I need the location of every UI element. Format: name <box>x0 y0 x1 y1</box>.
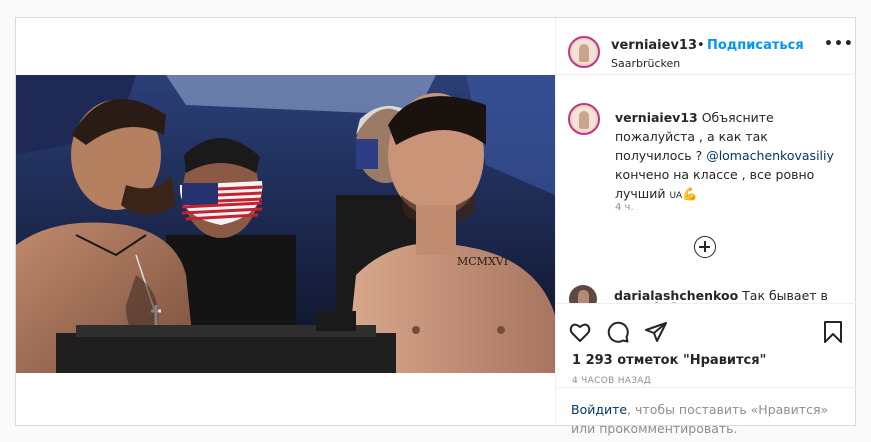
post-actions: 1 293 отметок "Нравится" 4 ЧАСОВ НАЗАД В… <box>556 303 856 436</box>
chest-tattoo-text: MCMXVI <box>457 255 508 268</box>
login-link[interactable]: Войдите <box>571 402 627 417</box>
caption-text-2: кончено на классе , все ровно лучший <box>615 167 815 201</box>
login-prompt-text: Войдите, чтобы поставить «Нравится» или … <box>571 400 841 438</box>
post-photo[interactable]: MCMXVI <box>16 75 555 373</box>
caption-username[interactable]: verniaiev13 <box>615 110 698 125</box>
author-avatar[interactable] <box>568 36 600 68</box>
post-caption: verniaiev13 Объясните пожалуйста , а как… <box>615 108 841 206</box>
post-time-ago[interactable]: 4 ЧАСОВ НАЗАД <box>572 376 651 386</box>
caption-mention[interactable]: @lomachenkovasiliy <box>706 148 834 163</box>
bookmark-icon[interactable] <box>821 320 845 344</box>
plus-circle-icon[interactable] <box>694 236 716 258</box>
post-media: MCMXVI <box>16 18 555 425</box>
comments-section: verniaiev13 Объясните пожалуйста , а как… <box>556 76 856 303</box>
caption-emoji: 💪 <box>682 186 698 201</box>
share-icon[interactable] <box>644 320 668 344</box>
follow-button[interactable]: Подписаться <box>707 38 804 53</box>
comment-icon[interactable] <box>606 320 630 344</box>
commenter-avatar[interactable] <box>569 285 597 303</box>
post-header: verniaiev13 • Подписаться Saarbrücken ••… <box>556 18 856 75</box>
caption-time[interactable]: 4 ч. <box>615 202 634 213</box>
likes-count[interactable]: 1 293 отметок "Нравится" <box>572 353 766 368</box>
caption-tag: UA <box>669 191 683 201</box>
post-dialog: MCMXVI verniaiev13 • Подписаться Saarbrü… <box>15 17 856 436</box>
author-username[interactable]: verniaiev13 <box>611 38 697 53</box>
comment-text: Так бывает в <box>738 288 828 303</box>
post-location[interactable]: Saarbrücken <box>611 57 680 70</box>
post-sidebar: verniaiev13 • Подписаться Saarbrücken ••… <box>555 18 856 436</box>
more-options-icon[interactable]: ••• <box>824 37 853 54</box>
login-prompt: Войдите, чтобы поставить «Нравится» или … <box>556 387 856 436</box>
header-separator: • <box>697 38 705 53</box>
caption-avatar[interactable] <box>568 103 600 135</box>
heart-icon[interactable] <box>568 320 592 344</box>
